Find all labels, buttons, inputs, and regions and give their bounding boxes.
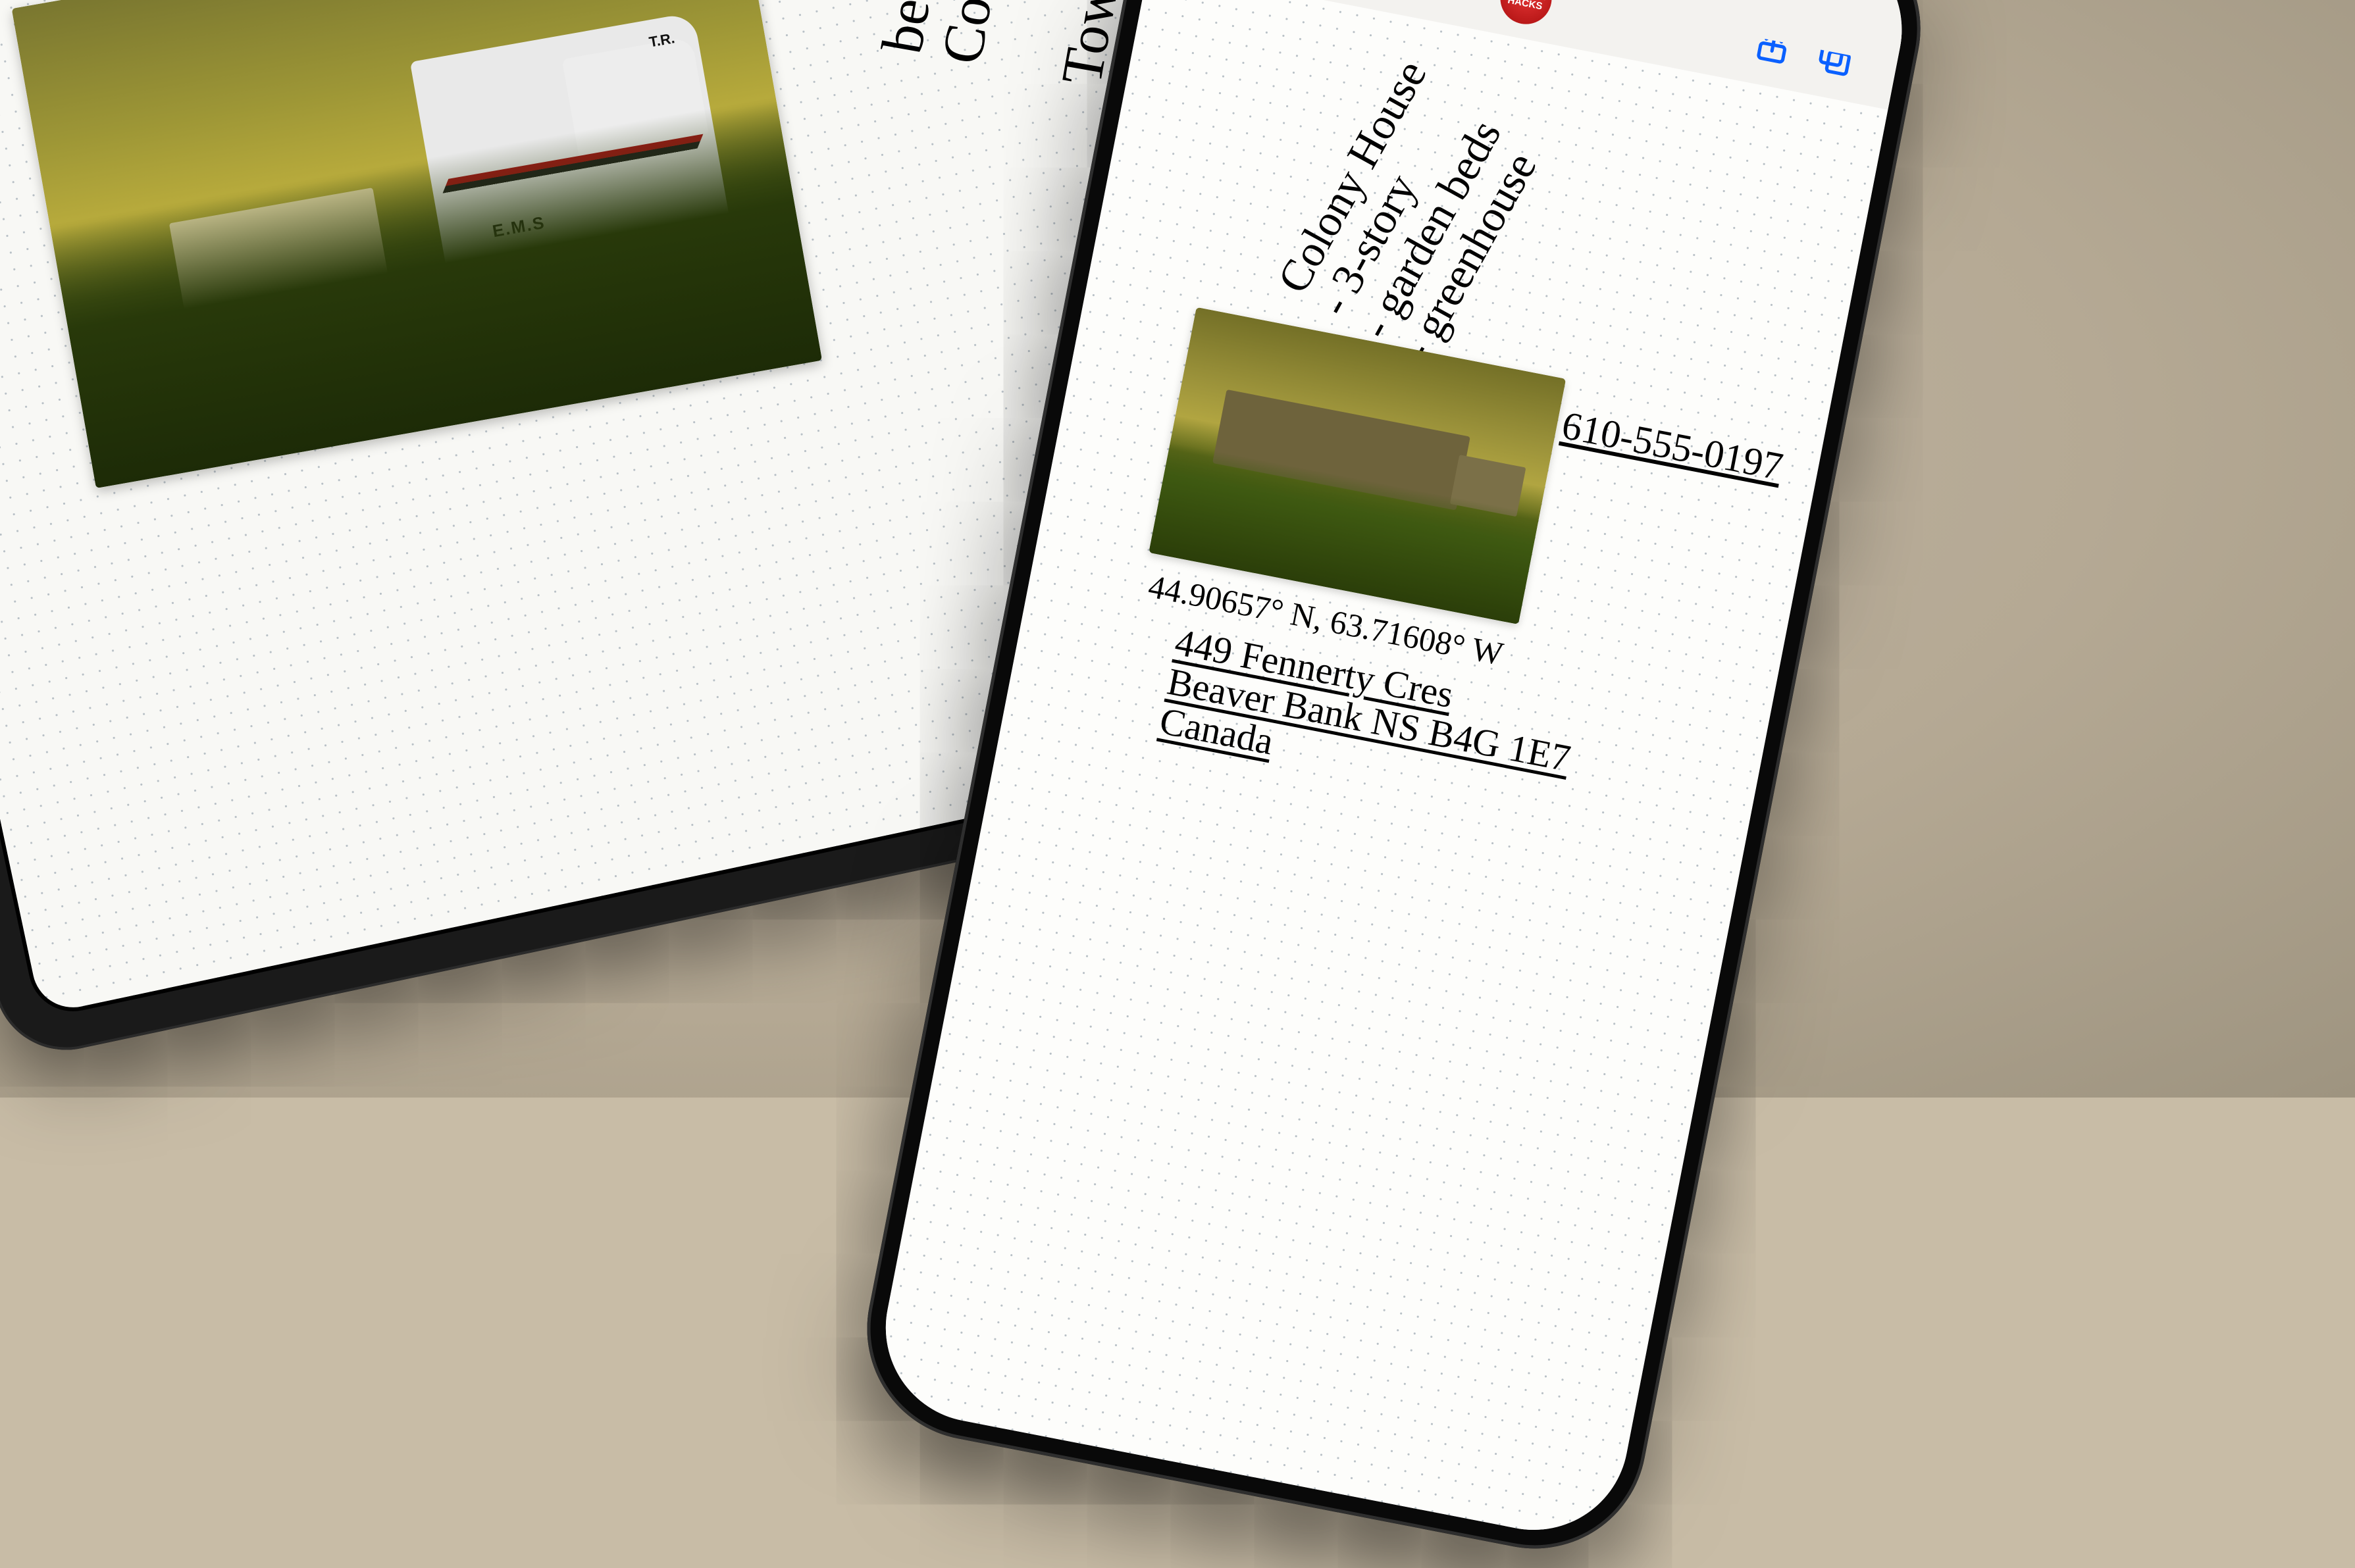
embedded-photo-mansion[interactable] [1149,307,1566,624]
handwriting-colony-bullets: Colony House - 3-story - garden beds - g… [1269,53,1558,368]
photo-content [1149,307,1566,624]
gadget-hacks-badge[interactable]: GADGET HACKS [1496,0,1556,28]
photo-roof-label: T.R. [648,30,676,51]
desk-surface: Fri Jan 24 From was a school [0,0,2355,1098]
handwriting-phone-number[interactable]: 610-555-0197 [1558,403,1786,490]
badge-line2: HACKS [1503,0,1547,13]
photo-content: E.M.S T.R. [12,0,822,488]
hw-plus: + [1002,0,1071,8]
hw-colony-house: Colony House [930,0,1050,68]
embedded-photo-ambulance[interactable]: E.M.S T.R. [12,0,822,488]
handwriting-address[interactable]: 449 Fennerty Cres Beaver Bank NS B4G 1E7… [1156,622,1581,819]
